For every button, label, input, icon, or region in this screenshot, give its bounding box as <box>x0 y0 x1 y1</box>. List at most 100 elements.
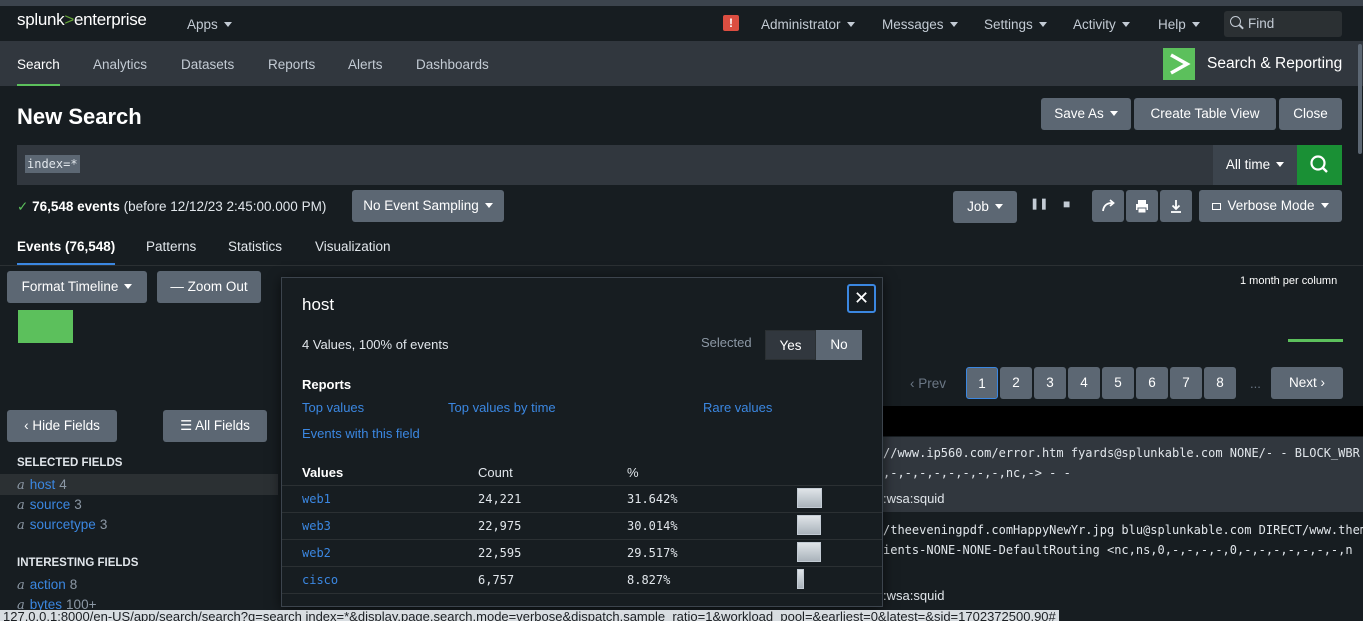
table-row[interactable] <box>282 566 882 593</box>
events-with-field-link[interactable]: Events with this field <box>302 426 420 441</box>
field-summary-popup: host ✕ 4 Values, 100% of events Selected… <box>281 277 883 607</box>
events-table-header <box>883 406 1363 436</box>
time-range-picker[interactable]: All time <box>1213 145 1297 185</box>
alert-icon[interactable]: ! <box>723 15 739 31</box>
selected-label: Selected <box>701 335 752 350</box>
selected-no-toggle[interactable]: No <box>816 330 862 360</box>
percent-cell: 30.014% <box>627 519 678 533</box>
count-cell: 24,221 <box>478 492 522 506</box>
top-values-by-time-link[interactable]: Top values by time <box>448 400 556 415</box>
tab-reports[interactable]: Reports <box>268 57 315 72</box>
search-query-text[interactable]: index=* <box>25 155 80 173</box>
app-title[interactable]: Search & Reporting <box>1207 55 1342 73</box>
help-menu[interactable]: Help <box>1158 17 1200 32</box>
job-menu[interactable]: Job <box>953 191 1017 223</box>
next-page-button[interactable]: Next › <box>1271 367 1343 399</box>
percent-cell: 29.517% <box>627 546 678 560</box>
divider <box>282 593 882 606</box>
all-fields-button[interactable]: ☰ All Fields <box>163 410 267 442</box>
value-link[interactable]: web3 <box>302 519 331 533</box>
tab-analytics[interactable]: Analytics <box>93 57 147 72</box>
tab-events[interactable]: Events (76,548) <box>17 239 115 254</box>
messages-menu[interactable]: Messages <box>882 17 958 32</box>
zoom-out-button[interactable]: — Zoom Out <box>157 271 261 303</box>
popup-summary: 4 Values, 100% of events <box>302 337 449 352</box>
administrator-menu[interactable]: Administrator <box>761 17 855 32</box>
value-link[interactable]: cisco <box>302 573 338 587</box>
value-link[interactable]: web2 <box>302 546 331 560</box>
page-5-button[interactable]: 5 <box>1102 367 1134 399</box>
table-row[interactable] <box>282 485 882 512</box>
tab-alerts[interactable]: Alerts <box>348 57 383 72</box>
splunk-logo[interactable]: splunk>enterprise <box>17 10 147 30</box>
tab-search[interactable]: Search <box>17 57 60 72</box>
tab-datasets[interactable]: Datasets <box>181 57 234 72</box>
page-6-button[interactable]: 6 <box>1136 367 1168 399</box>
timeline-scale-label: 1 month per column <box>1240 275 1338 287</box>
stop-icon[interactable]: ■ <box>1063 197 1070 211</box>
close-icon[interactable]: ✕ <box>847 284 876 313</box>
share-button[interactable] <box>1092 190 1124 222</box>
event-sourcetype[interactable]: :wsa:squid <box>883 588 944 603</box>
search-input[interactable] <box>17 145 1213 185</box>
search-button[interactable] <box>1297 145 1342 185</box>
event-sampling-dropdown[interactable]: No Event Sampling <box>352 190 504 222</box>
field-host[interactable]: a host 4 <box>17 477 67 493</box>
tab-statistics[interactable]: Statistics <box>228 239 282 254</box>
page-2-button[interactable]: 2 <box>1000 367 1032 399</box>
field-action[interactable]: a action 8 <box>17 577 77 593</box>
pause-icon[interactable]: ❚❚ <box>1030 197 1048 210</box>
table-row[interactable] <box>282 512 882 539</box>
active-tab-indicator <box>17 84 60 86</box>
event-text[interactable]: ,-,-,-,-,-,-,-,-,nc,-> - - <box>883 466 1071 480</box>
field-sourcetype[interactable]: a sourcetype 3 <box>17 517 107 533</box>
activity-menu[interactable]: Activity <box>1073 17 1130 32</box>
tab-patterns[interactable]: Patterns <box>146 239 196 254</box>
export-button[interactable] <box>1160 190 1192 222</box>
page-7-button[interactable]: 7 <box>1170 367 1202 399</box>
find-input[interactable]: Find <box>1224 11 1342 37</box>
download-icon <box>1171 200 1181 213</box>
event-text[interactable]: /theeveningpdf.comHappyNewYr.jpg blu@spl… <box>883 523 1363 537</box>
search-app-icon <box>1163 48 1195 80</box>
event-text[interactable]: //www.ip560.com/error.htm fyards@splunka… <box>883 446 1360 460</box>
url-status-bar: 127.0.0.1:8000/en-US/app/search/search?q… <box>0 610 1059 621</box>
tab-dashboards[interactable]: Dashboards <box>416 57 489 72</box>
close-button[interactable]: Close <box>1279 98 1342 130</box>
page-3-button[interactable]: 3 <box>1034 367 1066 399</box>
top-values-link[interactable]: Top values <box>302 400 364 415</box>
page-1-button[interactable]: 1 <box>966 367 998 399</box>
tab-visualization[interactable]: Visualization <box>315 239 391 254</box>
percent-cell: 31.642% <box>627 492 678 506</box>
search-mode-dropdown[interactable]: Verbose Mode <box>1199 190 1342 222</box>
prev-page-link[interactable]: ‹ Prev <box>910 376 946 391</box>
timeline-column[interactable] <box>1288 339 1343 342</box>
create-table-view-button[interactable]: Create Table View <box>1134 98 1276 130</box>
timeline-column[interactable] <box>18 310 73 343</box>
field-source[interactable]: a source 3 <box>17 497 82 513</box>
rare-values-link[interactable]: Rare values <box>703 400 772 415</box>
table-row[interactable] <box>282 539 882 566</box>
format-timeline-button[interactable]: Format Timeline <box>7 271 147 303</box>
count-column-header: Count <box>478 465 513 480</box>
check-icon: ✓ <box>17 199 29 214</box>
apps-menu[interactable]: Apps <box>187 17 232 32</box>
value-link[interactable]: web1 <box>302 492 331 506</box>
divider <box>0 265 1363 266</box>
hide-fields-button[interactable]: ‹ Hide Fields <box>7 410 117 442</box>
share-icon <box>1102 199 1115 212</box>
percent-cell: 8.827% <box>627 573 671 587</box>
event-count-status: ✓ 76,548 events (before 12/12/23 2:45:00… <box>17 199 327 214</box>
print-button[interactable] <box>1126 190 1158 222</box>
page-4-button[interactable]: 4 <box>1068 367 1100 399</box>
page-8-button[interactable]: 8 <box>1204 367 1236 399</box>
settings-menu[interactable]: Settings <box>984 17 1047 32</box>
event-sourcetype[interactable]: :wsa:squid <box>883 491 944 506</box>
page-scrollbar[interactable] <box>1358 44 1362 154</box>
save-as-button[interactable]: Save As <box>1041 98 1131 130</box>
interesting-fields-header: INTERESTING FIELDS <box>17 557 139 569</box>
selected-yes-toggle[interactable]: Yes <box>765 330 816 360</box>
percent-bar <box>797 515 821 535</box>
event-text[interactable]: ients-NONE-NONE-DefaultRouting <nc,ns,0,… <box>883 543 1353 557</box>
page-title: New Search <box>17 104 142 129</box>
